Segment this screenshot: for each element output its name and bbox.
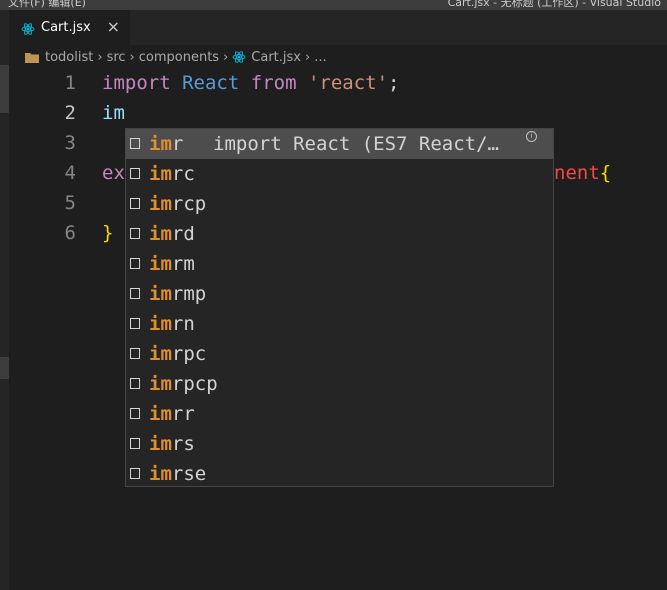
suggestion-item[interactable]: imrmp	[126, 279, 553, 309]
snippet-icon	[130, 228, 140, 239]
react-icon	[232, 50, 246, 64]
keyword-partial: ex	[102, 162, 125, 184]
suggestion-label: imrpc	[149, 343, 207, 365]
line-number: 6	[64, 222, 76, 244]
snippet-icon	[130, 438, 140, 449]
suggestion-item[interactable]: imrc	[126, 159, 553, 189]
code-line-1: import React from 'react';	[102, 68, 400, 98]
autocomplete-widget: imr import React (ES7 React/… i imrc imr…	[125, 128, 554, 487]
snippet-icon	[130, 318, 140, 329]
code-line-6: }	[102, 218, 113, 248]
line-number: 3	[64, 132, 76, 154]
suggestion-label: imrm	[149, 253, 195, 275]
breadcrumb-item-symbols[interactable]: ...	[314, 50, 326, 65]
snippet-icon	[130, 378, 140, 389]
menu-bar[interactable]: 文件(F) 编辑(E)	[8, 0, 86, 10]
suggestion-label: imr	[149, 133, 184, 155]
chevron-right-icon: ›	[97, 49, 103, 65]
snippet-icon	[130, 408, 140, 419]
suggestion-item[interactable]: imrpcp	[126, 369, 553, 399]
close-icon[interactable]: ×	[107, 18, 120, 36]
identifier-partial: nent	[554, 162, 600, 184]
sidebar-mark	[0, 65, 9, 113]
tab-bar: Cart.jsx ×	[0, 10, 667, 45]
sidebar-mark	[0, 357, 9, 379]
snippet-icon	[130, 348, 140, 359]
suggestion-item[interactable]: imrr	[126, 399, 553, 429]
breadcrumb-item-src[interactable]: src	[107, 50, 126, 65]
chevron-right-icon: ›	[304, 49, 311, 65]
suggestion-item[interactable]: imrs	[126, 429, 553, 459]
suggestion-label: imrc	[149, 163, 195, 185]
suggestion-item[interactable]: imr import React (ES7 React/… i	[126, 129, 553, 159]
snippet-icon	[130, 288, 140, 299]
snippet-icon	[130, 258, 140, 269]
code-line-4-end: nent{	[554, 158, 611, 188]
close-brace: }	[102, 222, 114, 244]
breadcrumb-item-file[interactable]: Cart.jsx	[251, 50, 301, 65]
sidebar-edge	[0, 45, 9, 590]
identifier-react: React	[182, 72, 240, 94]
info-icon[interactable]: i	[526, 131, 537, 142]
keyword-import: import	[102, 72, 171, 94]
line-number: 1	[64, 72, 76, 94]
code-line-2: im	[102, 98, 125, 128]
suggestion-label: imrs	[149, 433, 195, 455]
line-number: 5	[64, 192, 76, 214]
code-line-4-start: ex	[102, 158, 125, 188]
line-number: 4	[64, 162, 76, 184]
tab-label: Cart.jsx	[41, 20, 91, 35]
suggestion-label: imrn	[149, 313, 195, 335]
line-number: 2	[64, 102, 76, 124]
snippet-icon	[130, 168, 140, 179]
snippet-icon	[130, 468, 140, 479]
snippet-icon	[130, 138, 140, 149]
breadcrumb-item-components[interactable]: components	[139, 50, 219, 65]
suggestion-item[interactable]: imrm	[126, 249, 553, 279]
folder-icon	[25, 52, 39, 63]
breadcrumb: todolist › src › components › Cart.jsx ›…	[9, 45, 667, 69]
suggestion-label: imrd	[149, 223, 195, 245]
chevron-right-icon: ›	[129, 49, 135, 65]
breadcrumb-item-todolist[interactable]: todolist	[45, 50, 93, 65]
suggestion-item[interactable]: imrpc	[126, 339, 553, 369]
chevron-right-icon: ›	[223, 49, 229, 65]
module-string: 'react'	[307, 72, 389, 94]
typed-text: im	[102, 102, 125, 124]
suggestion-label: imrr	[149, 403, 195, 425]
suggestion-item[interactable]: imrcp	[126, 189, 553, 219]
suggestion-label: imrmp	[149, 283, 207, 305]
tab-cart-jsx[interactable]: Cart.jsx ×	[9, 10, 130, 45]
suggestion-label: imrse	[149, 463, 207, 485]
suggestion-item[interactable]: imrn	[126, 309, 553, 339]
title-bar: 文件(F) 编辑(E) Cart.jsx - 无标题 (工作区) - Visua…	[0, 0, 667, 10]
suggestion-item[interactable]: imrse	[126, 459, 553, 486]
window-title: Cart.jsx - 无标题 (工作区) - Visual Studio	[447, 0, 661, 9]
keyword-from: from	[250, 72, 297, 94]
suggestion-detail: import React (ES7 React/…	[213, 133, 499, 155]
snippet-icon	[130, 198, 140, 209]
open-brace: {	[599, 162, 612, 184]
suggestion-item[interactable]: imrd	[126, 219, 553, 249]
suggestion-label: imrpcp	[149, 373, 218, 395]
semicolon: ;	[388, 72, 400, 94]
suggestion-label: imrcp	[149, 193, 207, 215]
react-icon	[21, 21, 35, 35]
